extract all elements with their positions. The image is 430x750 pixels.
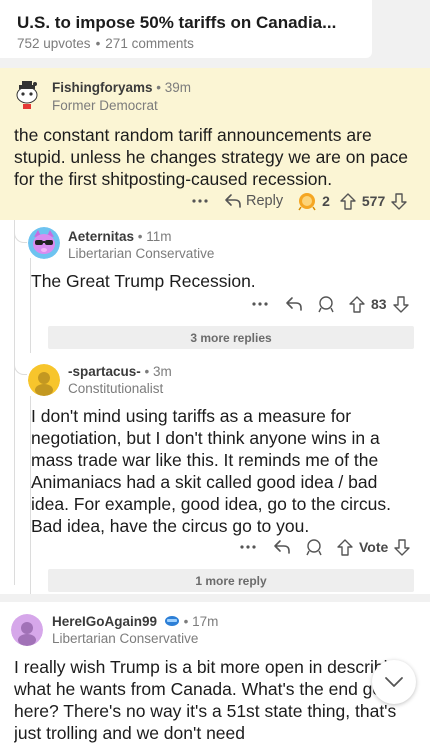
- upvote-button[interactable]: [349, 295, 365, 313]
- user-flair: Libertarian Conservative: [68, 246, 215, 261]
- award-button[interactable]: [305, 538, 323, 556]
- comment-body: I don't mind using tariffs as a measure …: [31, 406, 391, 536]
- award-button[interactable]: 2: [297, 191, 330, 211]
- upvote-count: 752 upvotes: [17, 36, 91, 51]
- more-dots-icon: [192, 199, 208, 203]
- thread-elbow: [14, 220, 27, 243]
- score: 577: [361, 193, 386, 209]
- award-outline-icon: [318, 296, 334, 313]
- snoo-avatar-icon: [11, 78, 43, 110]
- cat-avatar-icon: [28, 227, 60, 259]
- reply-arrow-icon: [225, 194, 241, 208]
- more-options-button[interactable]: [240, 545, 256, 549]
- reply-button[interactable]: [285, 296, 303, 312]
- user-avatar[interactable]: [28, 364, 60, 396]
- comment-username[interactable]: -spartacus- • 3m: [68, 364, 172, 379]
- upvote-arrow-icon: [349, 295, 365, 313]
- separator-dot: •: [95, 36, 101, 51]
- post-meta: 752 upvotes • 271 comments: [17, 36, 194, 51]
- comment-body: I really wish Trump is a bit more open i…: [14, 657, 407, 743]
- post-title[interactable]: U.S. to impose 50% tariffs on Canadia...: [17, 13, 336, 33]
- upvote-button[interactable]: [340, 192, 356, 210]
- thread-line: [30, 396, 31, 594]
- snoo-avatar-icon: [11, 614, 43, 646]
- comment-username[interactable]: Fishingforyams • 39m: [52, 80, 191, 95]
- upvote-arrow-icon: [340, 192, 356, 210]
- user-avatar[interactable]: [11, 78, 43, 110]
- reply-arrow-icon: [286, 297, 302, 311]
- user-flair: Constitutionalist: [68, 381, 164, 396]
- user-flair: Former Democrat: [52, 98, 158, 113]
- more-replies-button[interactable]: 1 more reply: [48, 569, 414, 592]
- downvote-arrow-icon: [391, 192, 407, 210]
- comment-body: the constant random tariff announcements…: [14, 125, 408, 189]
- comment-body: The Great Trump Recession.: [31, 271, 256, 291]
- user-avatar[interactable]: [28, 227, 60, 259]
- reply-button[interactable]: [273, 539, 291, 555]
- reply-arrow-icon: [274, 540, 290, 554]
- downvote-arrow-icon: [394, 538, 411, 556]
- more-replies-button[interactable]: 3 more replies: [48, 326, 414, 349]
- achievement-icon: [164, 616, 179, 626]
- award-button[interactable]: [317, 295, 335, 313]
- chevron-down-icon: [385, 677, 403, 687]
- comment-username[interactable]: Aeternitas • 11m: [68, 229, 172, 244]
- comment-actions: Reply 2 577: [192, 191, 407, 211]
- comment-username[interactable]: HereIGoAgain99 • 17m: [52, 614, 218, 629]
- user-flair: Libertarian Conservative: [52, 631, 199, 646]
- comment-count: 271 comments: [105, 36, 194, 51]
- snoo-avatar-icon: [28, 364, 60, 396]
- more-options-button[interactable]: [252, 302, 268, 306]
- more-dots-icon: [252, 302, 268, 306]
- comment-actions: Vote: [240, 537, 411, 557]
- reply-button[interactable]: Reply: [224, 193, 283, 209]
- next-comment-button[interactable]: [372, 660, 416, 704]
- more-options-button[interactable]: [192, 199, 208, 203]
- post-header-area: U.S. to impose 50% tariffs on Canadia...…: [0, 0, 430, 62]
- upvote-arrow-icon: [337, 538, 353, 556]
- user-avatar[interactable]: [11, 614, 43, 646]
- more-dots-icon: [240, 545, 256, 549]
- award-icon: [298, 193, 316, 211]
- downvote-arrow-icon: [392, 295, 409, 313]
- award-outline-icon: [306, 539, 322, 556]
- vote-label: Vote: [359, 539, 389, 555]
- thread-elbow: [14, 352, 27, 375]
- downvote-button[interactable]: [392, 295, 409, 313]
- downvote-button[interactable]: [394, 538, 411, 556]
- upvote-button[interactable]: [337, 538, 353, 556]
- post-card[interactable]: U.S. to impose 50% tariffs on Canadia...…: [0, 0, 372, 58]
- downvote-button[interactable]: [391, 192, 407, 210]
- score: 83: [371, 296, 387, 312]
- comment-actions: 83: [252, 294, 409, 314]
- thread-line: [14, 220, 15, 585]
